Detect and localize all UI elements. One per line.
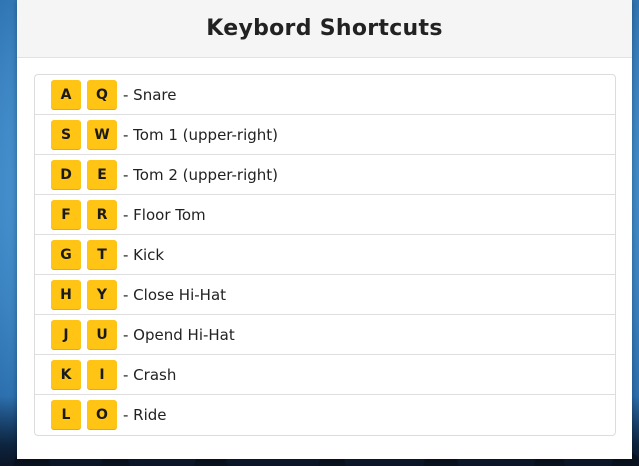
shortcut-row-open-hi-hat: J U - Opend Hi-Hat (35, 315, 615, 355)
shortcut-label: - Opend Hi-Hat (123, 325, 235, 344)
key-badge: Q (87, 79, 117, 110)
modal-header: Keybord Shortcuts (17, 0, 632, 58)
key-badge: W (87, 119, 117, 150)
modal-title: Keybord Shortcuts (206, 16, 443, 41)
shortcut-row-floor-tom: F R - Floor Tom (35, 195, 615, 235)
shortcut-row-ride: L O - Ride (35, 395, 615, 435)
shortcut-list: A Q - Snare S W - Tom 1 (upper-right) D … (34, 74, 616, 436)
shortcut-label: - Tom 1 (upper-right) (123, 125, 279, 144)
key-badge: T (87, 239, 117, 270)
key-badge: H (51, 279, 81, 310)
key-badge: G (51, 239, 81, 270)
key-badge: I (87, 359, 117, 390)
shortcut-row-snare: A Q - Snare (35, 75, 615, 115)
key-badge: F (51, 199, 81, 230)
key-badge: K (51, 359, 81, 390)
key-badge: D (51, 159, 81, 190)
shortcut-row-kick: G T - Kick (35, 235, 615, 275)
key-badge: L (51, 400, 81, 430)
shortcut-label: - Crash (123, 365, 177, 384)
shortcut-label: - Snare (123, 85, 177, 104)
shortcut-label: - Ride (123, 406, 167, 424)
key-badge: R (87, 199, 117, 230)
key-badge: U (87, 319, 117, 350)
shortcut-row-crash: K I - Crash (35, 355, 615, 395)
key-badge: E (87, 159, 117, 190)
shortcut-row-tom-1: S W - Tom 1 (upper-right) (35, 115, 615, 155)
shortcut-label: - Close Hi-Hat (123, 285, 227, 304)
shortcut-label: - Tom 2 (upper-right) (123, 165, 279, 184)
shortcuts-modal: Keybord Shortcuts A Q - Snare S W - Tom … (17, 0, 632, 459)
shortcut-label: - Kick (123, 245, 165, 264)
shortcut-row-close-hi-hat: H Y - Close Hi-Hat (35, 275, 615, 315)
key-badge: Y (87, 279, 117, 310)
key-badge: O (87, 400, 117, 430)
shortcut-row-tom-2: D E - Tom 2 (upper-right) (35, 155, 615, 195)
shortcut-label: - Floor Tom (123, 205, 206, 224)
key-badge: A (51, 79, 81, 110)
key-badge: S (51, 119, 81, 150)
key-badge: J (51, 319, 81, 350)
